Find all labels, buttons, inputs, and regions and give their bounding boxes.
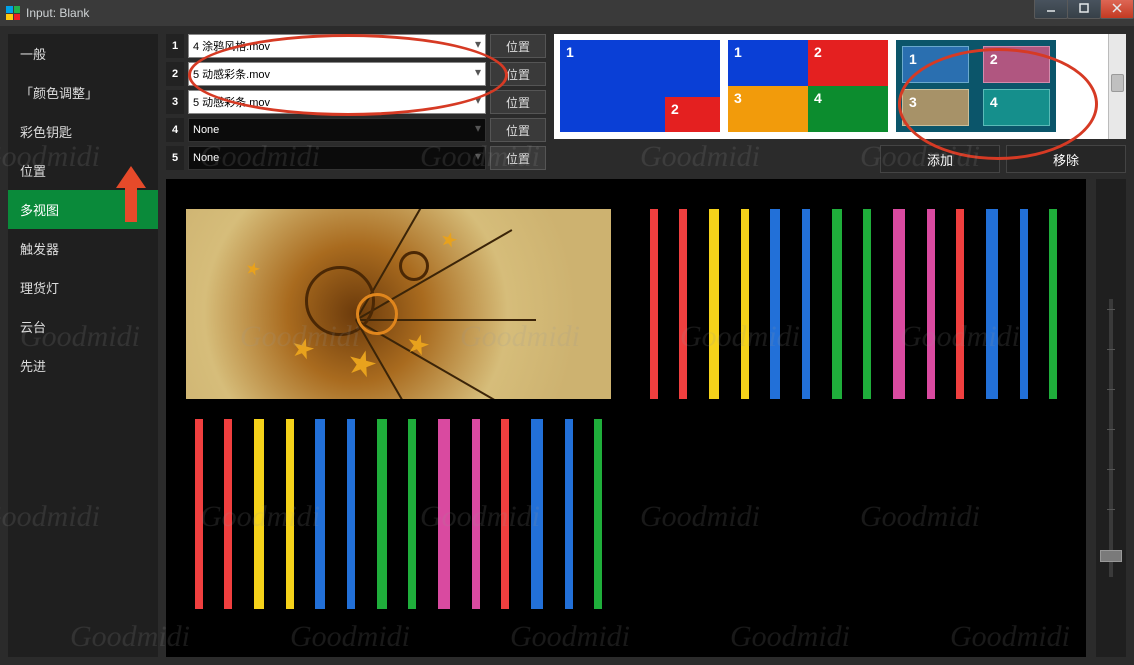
source-select[interactable]: None	[188, 118, 486, 142]
zoom-thumb[interactable]	[1100, 550, 1122, 562]
source-value: 4 涂鸦风格.mov	[193, 38, 270, 54]
sidebar-item-advanced[interactable]: 先进	[8, 346, 158, 385]
position-button[interactable]: 位置	[490, 90, 546, 114]
preview-quad-3	[186, 419, 611, 609]
sidebar-item-label: 先进	[20, 359, 46, 374]
source-select[interactable]: 5 动感彩条.mov	[188, 90, 486, 114]
sidebar-item-label: 云台	[20, 320, 46, 335]
sidebar-item-label: 触发器	[20, 242, 59, 257]
source-select[interactable]: None	[188, 146, 486, 170]
sidebar-item-label: 理货灯	[20, 281, 59, 296]
sidebar: 一般 「颜色调整」 彩色钥匙 位置 多视图 触发器 理货灯 云台 先进	[8, 34, 158, 657]
source-row: 4 None 位置	[166, 118, 546, 142]
source-index: 5	[166, 146, 184, 170]
sidebar-item-label: 位置	[20, 164, 46, 179]
sidebar-item-multiview[interactable]: 多视图	[8, 190, 158, 229]
sidebar-item-label: 多视图	[20, 203, 59, 218]
preview-quad-2	[641, 209, 1066, 399]
source-index: 1	[166, 34, 184, 58]
source-value: 5 动感彩条.mov	[193, 66, 270, 82]
sidebar-item-label: 彩色钥匙	[20, 125, 72, 140]
sidebar-item-color-adjust[interactable]: 「颜色调整」	[8, 73, 158, 112]
sidebar-item-position[interactable]: 位置	[8, 151, 158, 190]
position-button[interactable]: 位置	[490, 62, 546, 86]
source-row: 2 5 动感彩条.mov 位置	[166, 62, 546, 86]
source-row: 3 5 动感彩条.mov 位置	[166, 90, 546, 114]
source-select[interactable]: 4 涂鸦风格.mov	[188, 34, 486, 58]
window-controls	[1035, 0, 1134, 19]
layout-template[interactable]: 1 2	[560, 40, 720, 132]
source-row: 5 None 位置	[166, 146, 546, 170]
close-button[interactable]	[1100, 0, 1134, 19]
add-button[interactable]: 添加	[880, 145, 1000, 173]
preview-quad-4	[641, 419, 1066, 609]
minimize-button[interactable]	[1034, 0, 1068, 19]
app-icon	[6, 6, 20, 20]
layout-strip: 1 2 1 2 3 4 1 2 3 4	[554, 34, 1126, 139]
sidebar-item-color-key[interactable]: 彩色钥匙	[8, 112, 158, 151]
source-list: 1 4 涂鸦风格.mov 位置 2 5 动感彩条.mov 位置 3 5 动感彩条…	[166, 34, 546, 173]
source-row: 1 4 涂鸦风格.mov 位置	[166, 34, 546, 58]
sidebar-item-triggers[interactable]: 触发器	[8, 229, 158, 268]
sidebar-item-tally[interactable]: 理货灯	[8, 268, 158, 307]
zoom-slider[interactable]	[1096, 179, 1126, 657]
sidebar-item-ptz[interactable]: 云台	[8, 307, 158, 346]
source-value: 5 动感彩条.mov	[193, 94, 270, 110]
sidebar-item-general[interactable]: 一般	[8, 34, 158, 73]
maximize-button[interactable]	[1067, 0, 1101, 19]
position-button[interactable]: 位置	[490, 34, 546, 58]
sidebar-item-label: 一般	[20, 47, 46, 62]
layout-scrollbar[interactable]	[1108, 34, 1126, 139]
layout-template[interactable]: 1 2 3 4	[896, 40, 1056, 132]
preview-quad-1	[186, 209, 611, 399]
multiview-preview	[166, 179, 1086, 657]
layout-template[interactable]: 1 2 3 4	[728, 40, 888, 132]
window-title: Input: Blank	[26, 6, 89, 20]
titlebar: Input: Blank	[0, 0, 1134, 26]
position-button[interactable]: 位置	[490, 146, 546, 170]
source-index: 4	[166, 118, 184, 142]
source-value: None	[193, 152, 219, 164]
source-value: None	[193, 124, 219, 136]
source-select[interactable]: 5 动感彩条.mov	[188, 62, 486, 86]
source-index: 3	[166, 90, 184, 114]
sidebar-item-label: 「颜色调整」	[20, 86, 98, 101]
position-button[interactable]: 位置	[490, 118, 546, 142]
source-index: 2	[166, 62, 184, 86]
remove-button[interactable]: 移除	[1006, 145, 1126, 173]
